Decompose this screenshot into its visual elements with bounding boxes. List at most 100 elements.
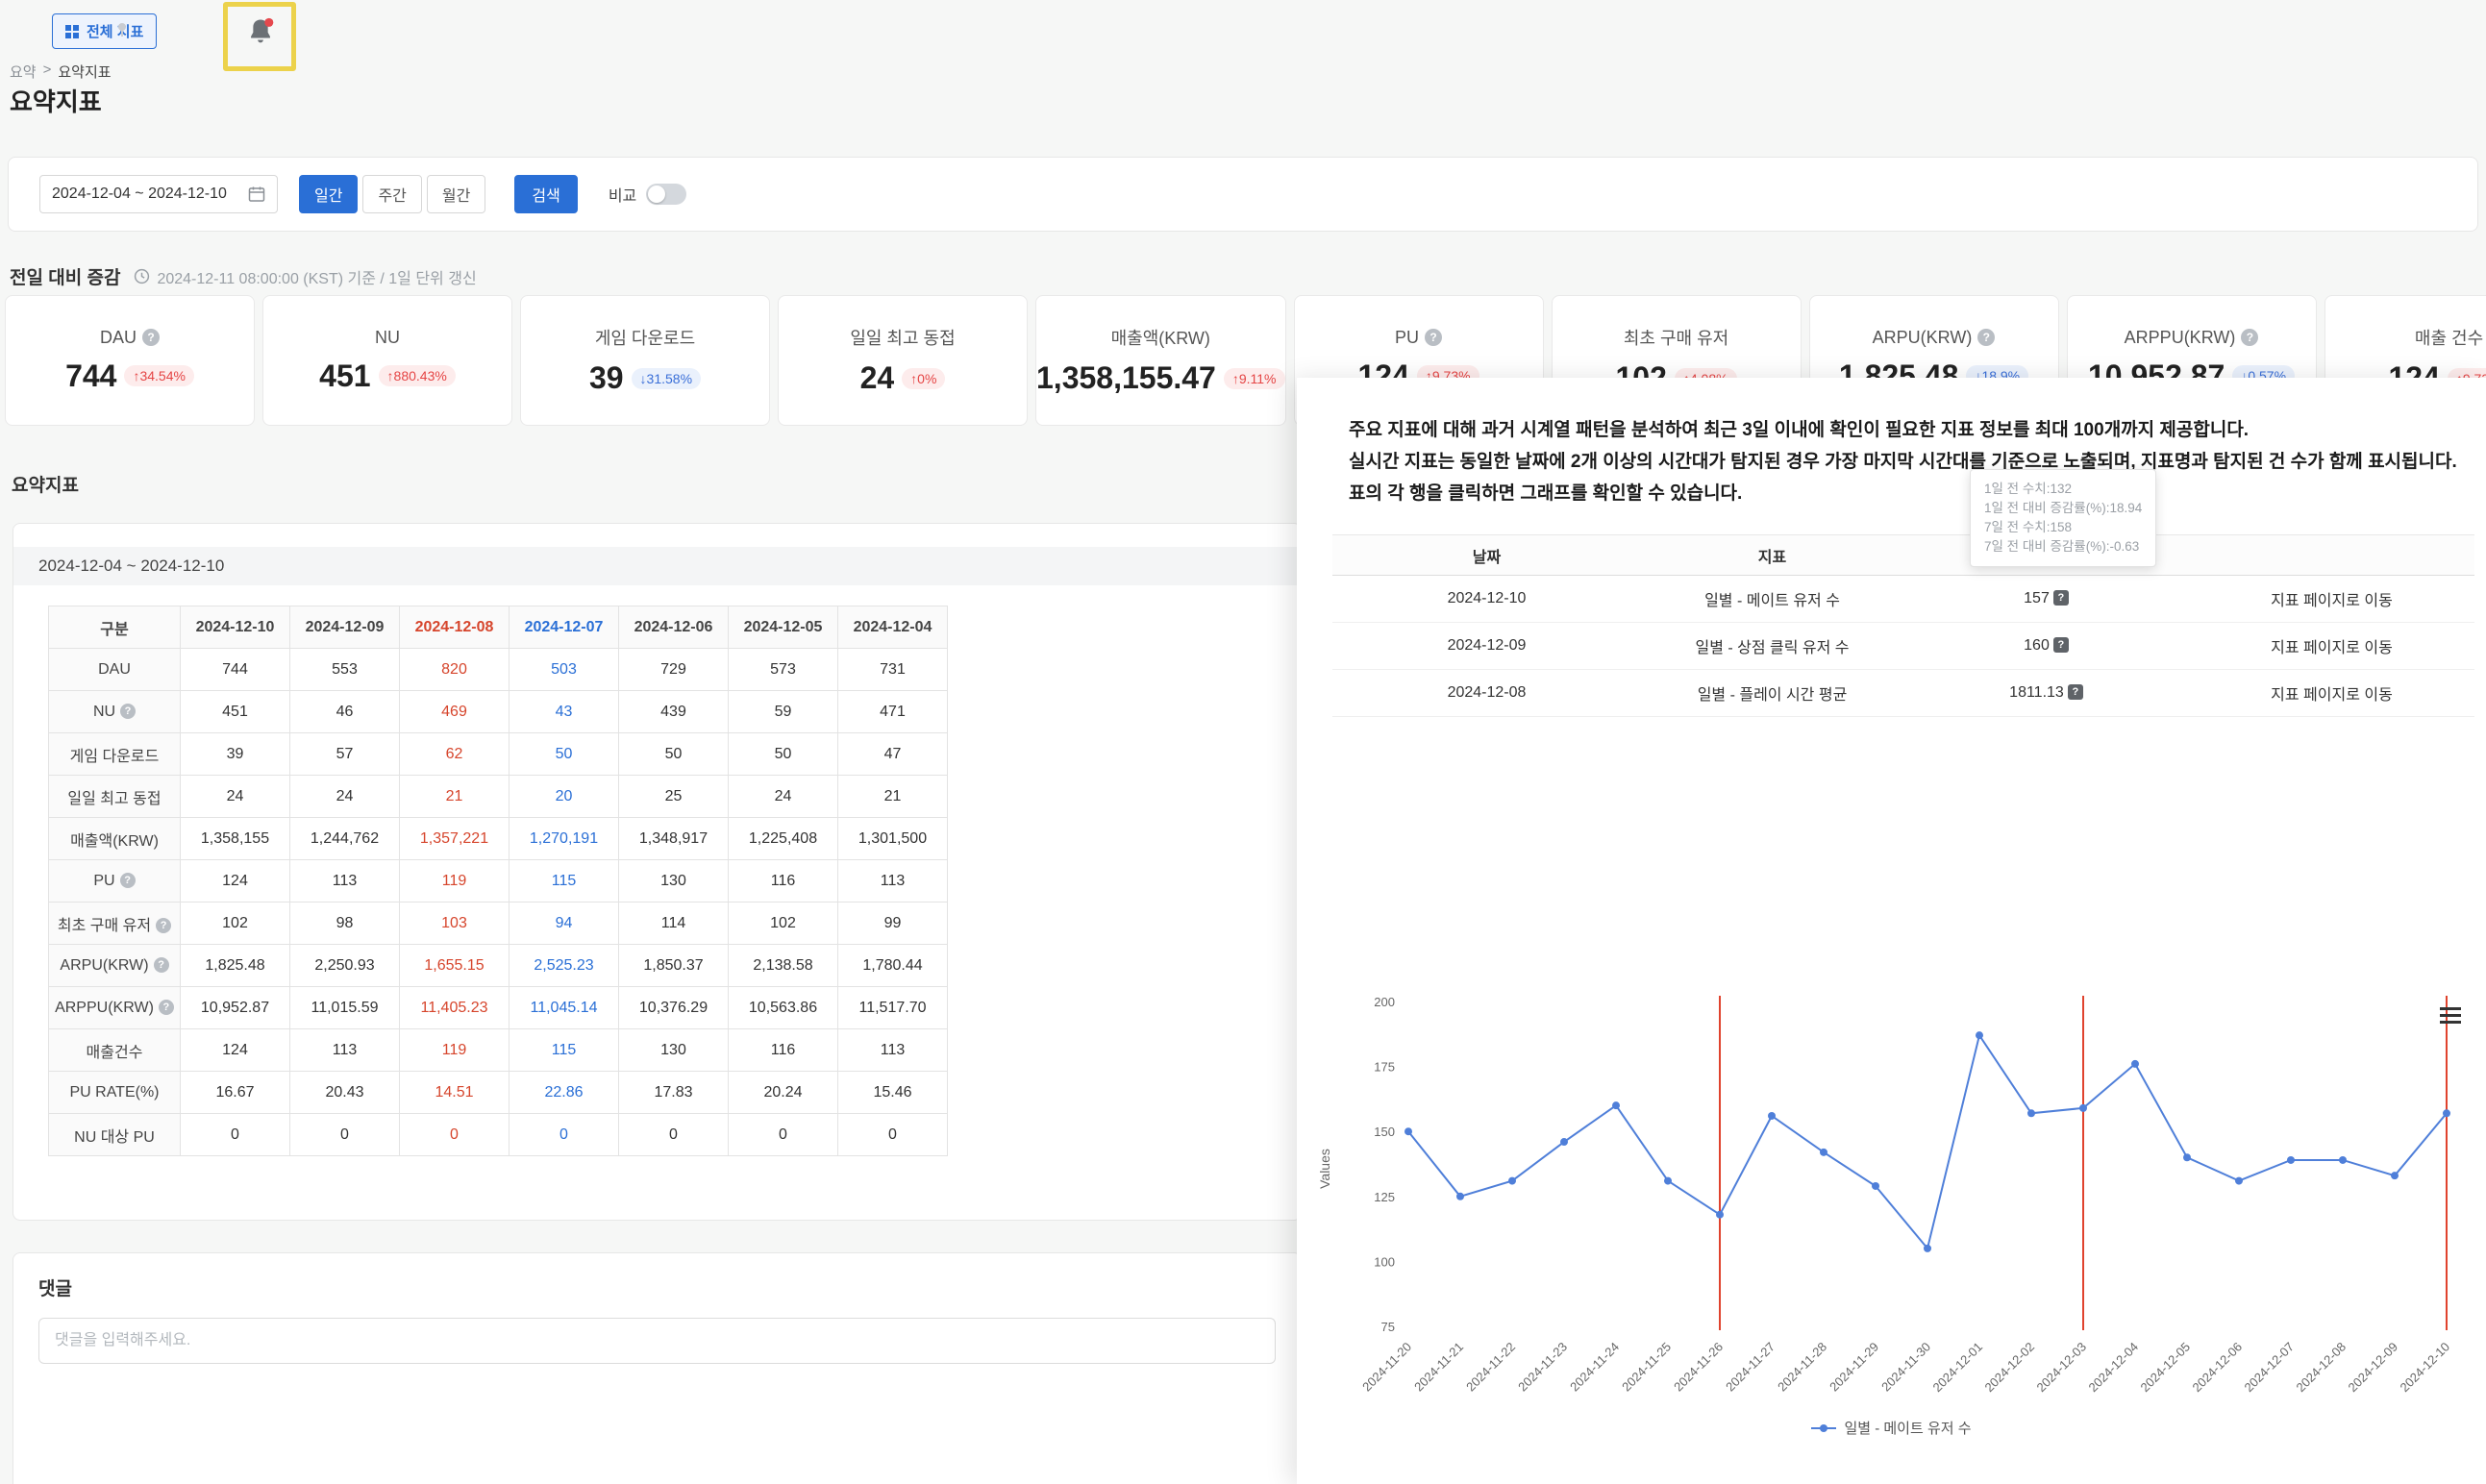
summary-row: ARPU(KRW)? 1,825.48 2,250.93 1,655.15 2,525.… [48, 944, 948, 987]
summary-col-header[interactable]: 2024-12-09 [289, 606, 400, 649]
help-icon[interactable]: ? [158, 999, 174, 1015]
kpi-card[interactable]: DAU? 744 ↑34.54% [5, 295, 255, 426]
summary-cell: 57 [289, 732, 400, 776]
help-icon[interactable]: ? [2241, 329, 2259, 346]
kpi-value: 1,358,155.47 [1036, 360, 1216, 395]
anomaly-date: 2024-12-10 [1332, 575, 1641, 623]
summary-cell: 24 [180, 775, 290, 818]
date-range-input[interactable]: 2024-12-04 ~ 2024-12-10 [39, 175, 278, 213]
summary-section-title: 요약지표 [12, 476, 79, 496]
summary-cell: 1,301,500 [837, 817, 948, 860]
summary-cell: 0 [509, 1113, 619, 1156]
pin-icon[interactable] [113, 21, 131, 43]
summary-row-label: NU 대상 PU [48, 1113, 181, 1156]
summary-row: NU 대상 PU 0 0 0 0 0 0 0 [48, 1113, 948, 1156]
summary-col-header[interactable]: 2024-12-05 [728, 606, 838, 649]
summary-cell: 14.51 [399, 1071, 510, 1114]
summary-cell: 98 [289, 902, 400, 945]
anomaly-metric: 일별 - 플레이 시간 평균 [1641, 669, 1903, 717]
period-button[interactable]: 월간 [426, 175, 486, 213]
summary-row: 게임 다운로드 39 57 62 50 50 50 47 [48, 732, 948, 776]
period-button[interactable]: 일간 [299, 175, 359, 213]
anomaly-metric: 일별 - 메이트 유저 수 [1641, 575, 1903, 623]
kpi-value: 39 [588, 360, 624, 395]
kpi-label: 매출액(KRW) [1110, 329, 1210, 348]
summary-col-header[interactable]: 2024-12-08 [399, 606, 510, 649]
summary-col-header[interactable]: 구분 [48, 606, 181, 649]
svg-text:2024-11-24: 2024-11-24 [1567, 1340, 1622, 1395]
kpi-value-row: 1,358,155.47 ↑9.11% [1036, 360, 1285, 396]
summary-cell: 16.67 [180, 1071, 290, 1114]
svg-text:2024-11-26: 2024-11-26 [1671, 1340, 1726, 1395]
goto-metric-link[interactable]: 지표 페이지로 이동 [2189, 622, 2474, 670]
help-icon[interactable]: ? [119, 872, 136, 888]
kpi-change-badge: ↑0% [902, 367, 946, 389]
filter-bar: 2024-12-04 ~ 2024-12-10 일간 주간 월간 검색 비교 [8, 157, 2478, 232]
chart-menu-icon[interactable] [2440, 1007, 2461, 1024]
summary-cell: 25 [618, 775, 729, 818]
help-icon[interactable]: ? [153, 956, 169, 973]
svg-text:2024-12-02: 2024-12-02 [1981, 1340, 2037, 1396]
summary-cell: 0 [618, 1113, 729, 1156]
summary-cell: 113 [837, 859, 948, 903]
period-button[interactable]: 주간 [362, 175, 422, 213]
help-icon[interactable]: ? [142, 329, 160, 346]
goto-metric-link[interactable]: 지표 페이지로 이동 [2189, 669, 2474, 717]
kpi-change-badge: ↓31.58% [631, 367, 702, 389]
svg-text:2024-12-01: 2024-12-01 [1929, 1340, 1985, 1396]
help-icon[interactable]: ? [1977, 329, 1996, 346]
comment-input[interactable] [38, 1318, 1276, 1364]
summary-col-header[interactable]: 2024-12-10 [180, 606, 290, 649]
kpi-card[interactable]: 매출액(KRW) 1,358,155.47 ↑9.11% [1035, 295, 1286, 426]
summary-table-period: 2024-12-04 ~ 2024-12-10 [13, 547, 1301, 585]
kpi-value: 451 [319, 358, 371, 393]
summary-cell: 11,015.59 [289, 986, 400, 1029]
trend-line-chart: 751001251501752002024-11-202024-11-21202… [1359, 995, 2452, 1396]
svg-text:100: 100 [1374, 1254, 1395, 1269]
summary-col-header[interactable]: 2024-12-07 [509, 606, 619, 649]
summary-cell: 20.43 [289, 1071, 400, 1114]
summary-col-header[interactable]: 2024-12-04 [837, 606, 948, 649]
help-badge-icon[interactable]: ? [2052, 590, 2069, 606]
help-icon[interactable]: ? [120, 703, 137, 719]
summary-cell: 124 [180, 859, 290, 903]
summary-row-label: ARPU(KRW)? [48, 944, 181, 987]
search-button[interactable]: 검색 [514, 175, 578, 213]
summary-cell: 50 [728, 732, 838, 776]
kpi-card[interactable]: NU 451 ↑880.43% [262, 295, 512, 426]
summary-row-label: 최초 구매 유저? [48, 902, 181, 945]
date-range-value: 2024-12-04 ~ 2024-12-10 [52, 186, 227, 202]
summary-cell: 744 [180, 648, 290, 691]
anomaly-row[interactable]: 2024-12-10 일별 - 메이트 유저 수 157? 지표 페이지로 이동 [1332, 575, 2474, 623]
toggle-knob [648, 186, 666, 203]
help-icon[interactable]: ? [1425, 329, 1443, 346]
all-metrics-chip[interactable]: 전체 지표 [52, 13, 158, 49]
goto-metric-link[interactable]: 지표 페이지로 이동 [2189, 575, 2474, 623]
summary-row: PU RATE(%) 16.67 20.43 14.51 22.86 17.83 20.24… [48, 1071, 948, 1114]
svg-text:175: 175 [1374, 1060, 1395, 1075]
svg-text:2024-11-27: 2024-11-27 [1723, 1340, 1777, 1395]
anomaly-value: 1811.13? [1903, 669, 2189, 717]
summary-col-header[interactable]: 2024-12-06 [618, 606, 729, 649]
summary-row: 매출건수 124 113 119 115 130 116 113 [48, 1028, 948, 1072]
status-line: 전일 대비 증감 2024-12-11 08:00:00 (KST) 기준 / … [10, 263, 477, 289]
compare-toggle[interactable] [646, 184, 687, 205]
kpi-card[interactable]: 일일 최고 동접 24 ↑0% [778, 295, 1028, 426]
anomaly-row[interactable]: 2024-12-09 일별 - 상점 클릭 유저 수 160? 지표 페이지로 이동 [1332, 622, 2474, 670]
summary-row: 최초 구매 유저? 102 98 103 94 114 102 99 [48, 902, 948, 945]
summary-cell: 50 [618, 732, 729, 776]
chart-legend[interactable]: 일별 - 메이트 유저 수 [1297, 1418, 2486, 1438]
anomaly-col-header [2189, 534, 2474, 576]
svg-text:75: 75 [1381, 1320, 1395, 1334]
kpi-card[interactable]: 게임 다운로드 39 ↓31.58% [520, 295, 770, 426]
help-icon[interactable]: ? [156, 917, 172, 933]
help-badge-icon[interactable]: ? [2052, 637, 2069, 653]
help-badge-icon[interactable]: ? [2067, 684, 2083, 700]
summary-row-label: PU RATE(%) [48, 1071, 181, 1114]
breadcrumb-item[interactable]: 요약 [10, 62, 37, 82]
summary-cell: 0 [837, 1113, 948, 1156]
summary-cell: 469 [399, 690, 510, 733]
summary-cell: 2,525.23 [509, 944, 619, 987]
anomaly-row[interactable]: 2024-12-08 일별 - 플레이 시간 평균 1811.13? 지표 페이지로 … [1332, 669, 2474, 717]
summary-cell: 10,376.29 [618, 986, 729, 1029]
